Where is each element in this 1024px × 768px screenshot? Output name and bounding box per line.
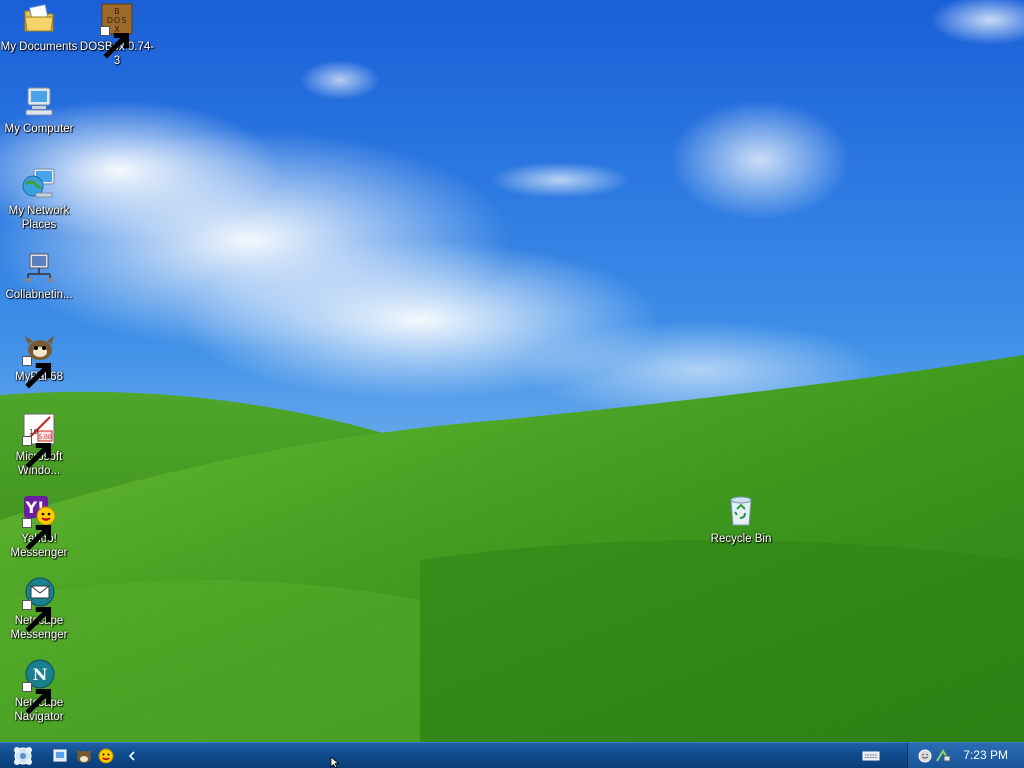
show-desktop-icon	[53, 749, 67, 762]
svg-text:B: B	[114, 7, 120, 16]
desktop-icon-yahoo-messenger[interactable]: Y! Yahoo! Messenger	[0, 494, 78, 560]
quick-launch-show-desktop[interactable]	[50, 746, 70, 766]
svg-text:10: 10	[29, 428, 38, 436]
shortcut-arrow-icon	[22, 600, 52, 633]
mouse-cursor-icon	[330, 757, 340, 768]
quick-launch-mypal[interactable]	[74, 746, 94, 766]
desktop-icon-recycle-bin[interactable]: Recycle Bin	[702, 494, 780, 546]
tray-network[interactable]	[934, 746, 952, 766]
folder-documents-icon	[24, 3, 54, 32]
desktop-icon-my-network-places[interactable]: My Network Places	[0, 166, 78, 232]
chevron-left-icon	[128, 751, 135, 761]
svg-text:D: D	[107, 16, 113, 25]
shortcut-arrow-icon	[22, 682, 52, 715]
network-setup-icon	[25, 253, 53, 282]
tray-messenger-status[interactable]	[916, 746, 934, 766]
quick-launch-yahoo-messenger[interactable]	[96, 746, 116, 766]
desktop-icon-collabnetin[interactable]: Collabnetin...	[0, 250, 78, 302]
desktop-icon-my-computer[interactable]: My Computer	[0, 84, 78, 136]
desktop-icon-mypal[interactable]: MyPal 68	[0, 332, 78, 389]
network-icon	[936, 749, 951, 762]
keyboard-layout-button[interactable]	[860, 746, 882, 766]
shortcut-arrow-icon	[22, 356, 52, 389]
quick-launch-collapse-button[interactable]	[124, 746, 140, 766]
desktop-icon-label: My Documents	[0, 41, 78, 53]
desktop-icon-label: Recycle Bin	[710, 533, 772, 545]
messenger-status-icon	[918, 749, 932, 763]
taskbar-clock[interactable]: 7:23 PM	[963, 748, 1008, 762]
svg-text:O: O	[114, 16, 120, 25]
shortcut-arrow-icon	[22, 436, 52, 469]
yahoo-messenger-icon	[98, 748, 114, 764]
desktop-wallpaper	[0, 0, 1024, 742]
desktop-icon-label: My Network Places	[8, 205, 70, 231]
mypal-icon	[76, 749, 92, 763]
network-places-icon	[22, 168, 55, 198]
desktop-icon-dosbox[interactable]: B D O S X DOSBox 0.74-3	[78, 2, 156, 68]
desktop-icon-my-documents[interactable]: My Documents	[0, 2, 78, 54]
desktop-icon-netscape-messenger[interactable]: Netscape Messenger	[0, 576, 78, 642]
desktop-icon-label: My Computer	[4, 123, 74, 135]
svg-text:S: S	[121, 16, 126, 25]
shortcut-arrow-icon	[22, 518, 52, 551]
desktop-icon-netscape-navigator[interactable]: N Netscape Navigator	[0, 658, 78, 724]
system-tray: 7:23 PM	[907, 743, 1024, 768]
svg-text:N: N	[33, 665, 48, 684]
shortcut-arrow-icon	[100, 26, 130, 59]
computer-icon	[25, 87, 53, 116]
desktop-icon-microsoft-windows[interactable]: 5.00 10 Microsoft Windo...	[0, 412, 78, 478]
recycle-bin-icon	[730, 496, 752, 526]
start-button[interactable]	[8, 746, 38, 766]
taskbar: 7:23 PM	[0, 742, 1024, 768]
desktop-icon-label: Collabnetin...	[5, 289, 73, 301]
keyboard-icon	[862, 751, 880, 761]
start-menu-icon	[14, 747, 32, 765]
